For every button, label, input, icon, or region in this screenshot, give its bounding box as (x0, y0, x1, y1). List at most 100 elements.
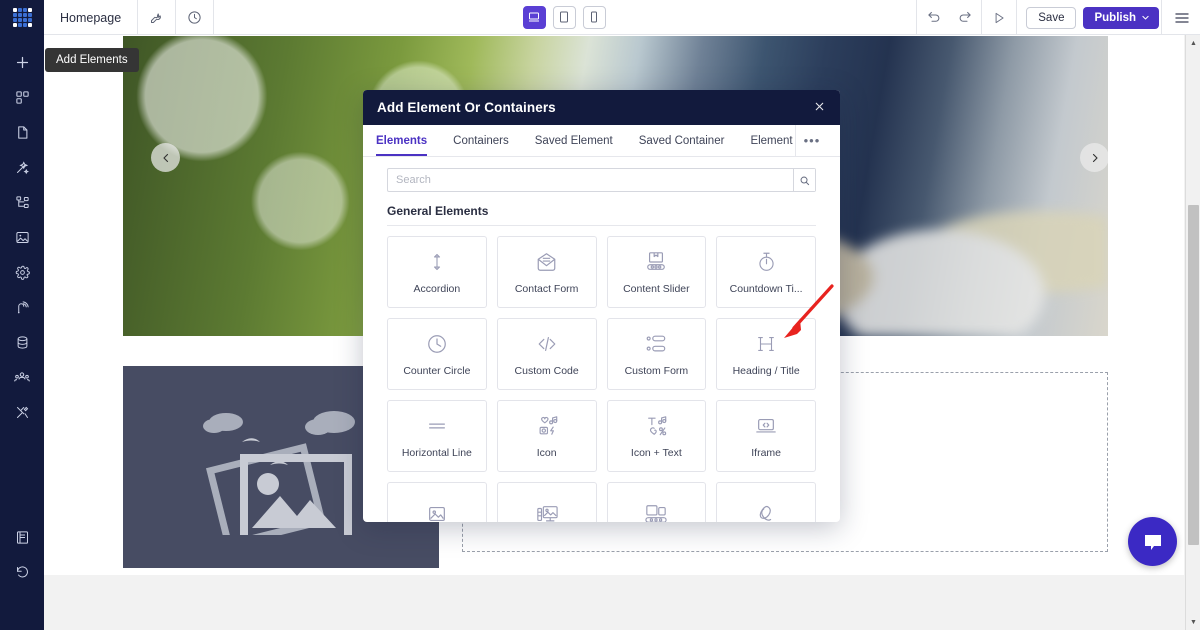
app-logo[interactable] (0, 0, 44, 35)
chat-bubble-icon (1144, 534, 1161, 550)
image-placeholder-icon (203, 410, 355, 535)
element-iframe[interactable]: Iframe (716, 400, 816, 472)
clock-circle-icon (426, 331, 448, 357)
sidebar-item-settings[interactable] (0, 255, 44, 290)
divider (1161, 0, 1162, 35)
sidebar-item-media[interactable] (0, 220, 44, 255)
chevron-right-icon (1092, 153, 1098, 162)
publish-label: Publish (1094, 11, 1136, 24)
plus-icon (16, 56, 28, 69)
element-image-slider[interactable] (606, 482, 707, 522)
element-custom-form[interactable]: Custom Form (606, 318, 707, 390)
sidebar-item-users[interactable] (0, 360, 44, 395)
mobile-icon[interactable] (582, 5, 606, 29)
hero-prev-button[interactable] (151, 143, 180, 172)
element-counter-circle[interactable]: Counter Circle (387, 318, 487, 390)
play-preview-icon[interactable] (984, 0, 1014, 35)
element-countdown-timer[interactable]: Countdown Ti... (716, 236, 816, 308)
tab-containers[interactable]: Containers (440, 125, 522, 156)
icon-text-icon (644, 413, 668, 439)
sidebar-item-revisions[interactable] (0, 555, 44, 590)
save-button[interactable]: Save (1026, 6, 1077, 29)
undo-icon[interactable] (919, 0, 949, 35)
scroll-down-arrow-icon[interactable]: ▼ (1186, 614, 1200, 630)
section-title-general-elements: General Elements (387, 204, 489, 218)
scroll-up-arrow-icon[interactable]: ▲ (1186, 35, 1200, 51)
sidebar-item-structure[interactable] (0, 185, 44, 220)
element-label: Contact Form (514, 283, 579, 295)
users-icon (14, 371, 30, 381)
sidebar-item-docs[interactable] (0, 520, 44, 555)
search-icon[interactable] (793, 169, 815, 191)
image-icon (15, 232, 29, 243)
sidebar-item-publish-status[interactable] (0, 290, 44, 325)
image-icon (425, 501, 449, 522)
element-icon-text[interactable]: Icon + Text (606, 400, 707, 472)
tab-saved-container[interactable]: Saved Container (626, 125, 738, 156)
modal-tabs: Elements Containers Saved Element Saved … (363, 125, 840, 157)
database-icon (17, 336, 27, 349)
broadcast-icon (17, 301, 29, 314)
accordion-arrows-icon (427, 249, 447, 275)
element-contact-form[interactable]: Contact Form (496, 236, 597, 308)
tab-saved-element[interactable]: Saved Element (522, 125, 626, 156)
element-label: Content Slider (623, 283, 690, 295)
sidebar-item-blocks[interactable] (0, 80, 44, 115)
desktop-icon[interactable] (522, 5, 546, 29)
element-icon[interactable]: Icon (496, 400, 597, 472)
stopwatch-icon (756, 249, 777, 275)
scrollbar-thumb[interactable] (1188, 205, 1199, 545)
code-brackets-icon (535, 331, 559, 357)
history-revert-icon (16, 566, 28, 578)
wrench-icon[interactable] (138, 0, 177, 35)
element-label: Icon + Text (630, 447, 682, 459)
element-label: Horizontal Line (401, 447, 472, 459)
tabs-overflow-button[interactable]: ••• (795, 125, 827, 156)
element-label: Custom Form (624, 365, 689, 377)
chevron-down-icon (1142, 15, 1149, 20)
chat-widget-button[interactable] (1128, 517, 1177, 566)
page-icon (17, 126, 27, 139)
element-horizontal-line[interactable]: Horizontal Line (387, 400, 487, 472)
toolbar-spacer-right (606, 0, 915, 34)
sidebar-item-add-elements[interactable] (0, 45, 44, 80)
sidebar-item-data[interactable] (0, 325, 44, 360)
search-input[interactable] (388, 169, 793, 191)
gear-icon (15, 265, 30, 280)
element-image[interactable] (387, 482, 487, 522)
image-slider-icon (644, 501, 668, 522)
close-icon[interactable] (813, 100, 826, 116)
link-chain-icon (754, 501, 778, 522)
tooltip-add-elements: Add Elements (45, 48, 139, 72)
hamburger-menu-icon[interactable] (1164, 0, 1200, 35)
add-element-modal: Add Element Or Containers Elements Conta… (363, 90, 840, 522)
horizontal-line-icon (425, 413, 449, 439)
sidebar-item-tools[interactable] (0, 395, 44, 430)
tablet-icon[interactable] (552, 5, 576, 29)
publish-button[interactable]: Publish (1083, 6, 1159, 29)
element-label: Counter Circle (403, 365, 471, 377)
icon-set-icon (535, 413, 559, 439)
element-heading-title[interactable]: Heading / Title (716, 318, 816, 390)
magic-wand-icon (16, 161, 29, 175)
divider (387, 225, 816, 226)
page-name-label[interactable]: Homepage (44, 0, 139, 35)
tab-elements[interactable]: Elements (363, 125, 440, 156)
sidebar-item-design[interactable] (0, 150, 44, 185)
canvas-vertical-scrollbar[interactable]: ▲ ▼ (1185, 35, 1200, 630)
element-image-compare[interactable] (496, 482, 597, 522)
clock-icon[interactable] (176, 0, 215, 35)
grid-logo-icon (12, 8, 32, 27)
tab-element-sets[interactable]: Element S (737, 125, 795, 156)
search-field-wrapper (387, 168, 816, 192)
hero-next-button[interactable] (1080, 143, 1108, 172)
element-content-slider[interactable]: Content Slider (606, 236, 707, 308)
element-link[interactable] (716, 482, 816, 522)
device-preview-switcher (522, 0, 606, 34)
redo-icon[interactable] (949, 0, 979, 35)
tools-icon (16, 406, 28, 418)
element-custom-code[interactable]: Custom Code (496, 318, 597, 390)
element-accordion[interactable]: Accordion (387, 236, 487, 308)
sidebar-item-pages[interactable] (0, 115, 44, 150)
